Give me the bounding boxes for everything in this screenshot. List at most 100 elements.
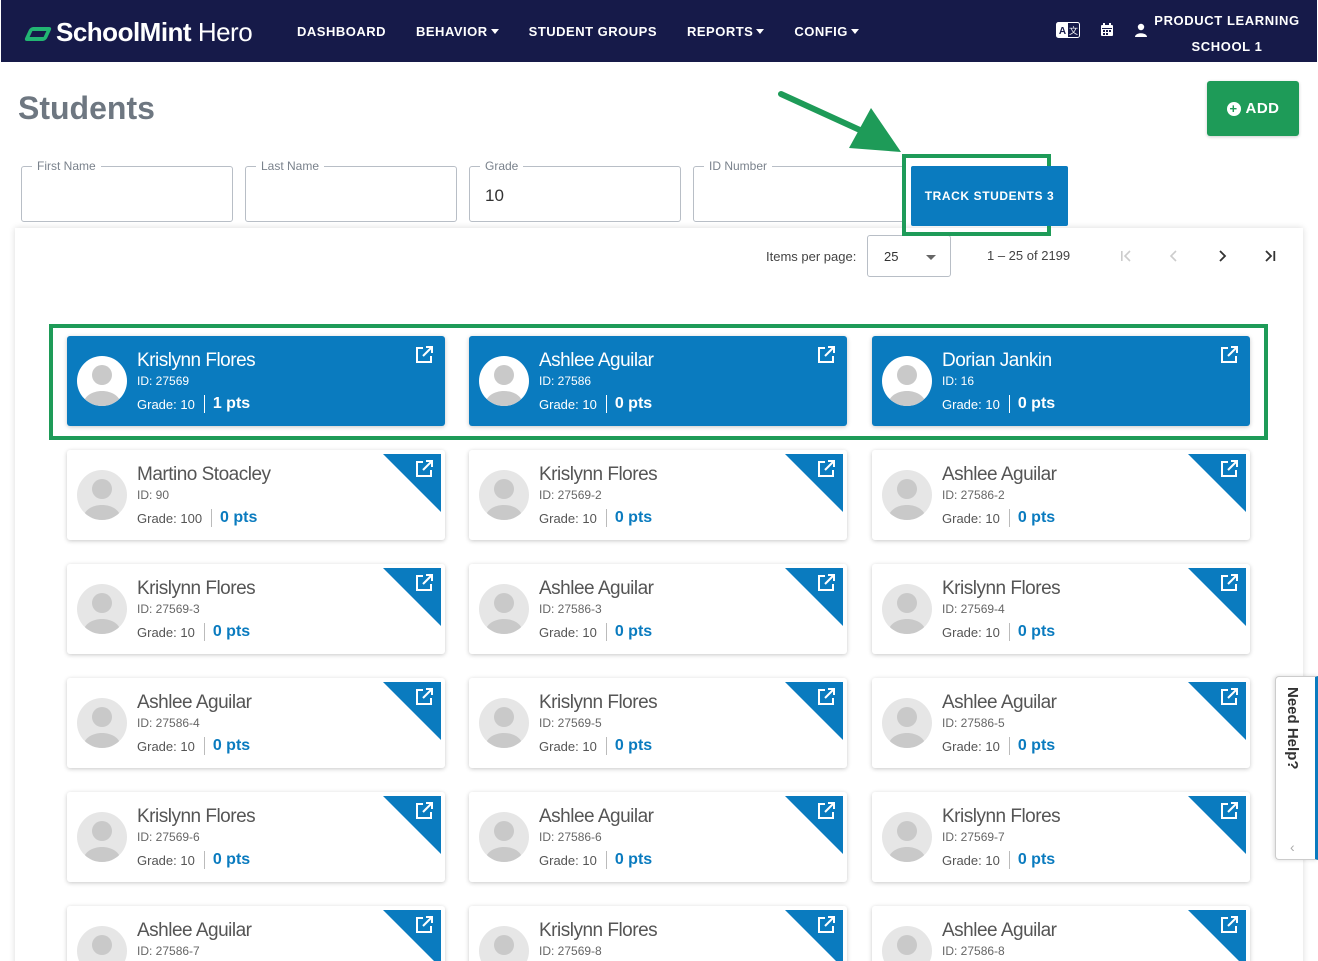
nav-behavior[interactable]: BEHAVIOR	[416, 24, 499, 39]
last-page-button[interactable]	[1258, 244, 1282, 268]
avatar	[882, 698, 932, 748]
student-card[interactable]: Krislynn Flores ID: 27569-2 Grade: 10 0 pts	[469, 450, 847, 540]
divider	[203, 623, 205, 641]
open-external-icon[interactable]	[817, 916, 835, 934]
first-page-button[interactable]	[1114, 244, 1138, 268]
calendar-icon[interactable]	[1100, 23, 1114, 37]
open-external-icon[interactable]	[817, 460, 835, 478]
open-external-icon[interactable]	[1220, 916, 1238, 934]
main-nav: DASHBOARD BEHAVIOR STUDENT GROUPS REPORT…	[297, 0, 889, 62]
id-number-label: ID Number	[704, 159, 773, 173]
student-card[interactable]: Krislynn Flores ID: 27569-4 Grade: 10 0 pts	[872, 564, 1250, 654]
student-card[interactable]: Krislynn Flores ID: 27569-8	[469, 906, 847, 961]
student-id: ID: 27586-2	[942, 488, 1005, 502]
student-card[interactable]: Ashlee Aguilar ID: 27586-7	[67, 906, 445, 961]
divider	[1008, 737, 1010, 755]
student-id: ID: 90	[137, 488, 170, 502]
open-external-icon[interactable]	[817, 802, 835, 820]
student-card[interactable]: Ashlee Aguilar ID: 27586-8	[872, 906, 1250, 961]
items-per-page-select[interactable]: 25	[867, 235, 951, 277]
open-external-icon[interactable]	[415, 688, 433, 706]
student-name: Krislynn Flores	[539, 920, 658, 941]
student-id: ID: 27569-7	[942, 830, 1005, 844]
student-card[interactable]: Ashlee Aguilar ID: 27586-3 Grade: 10 0 pts	[469, 564, 847, 654]
student-name: Krislynn Flores	[942, 578, 1061, 599]
first-name-field[interactable]: First Name	[21, 159, 233, 222]
avatar	[882, 926, 932, 961]
previous-page-button[interactable]	[1162, 244, 1186, 268]
student-card[interactable]: Ashlee Aguilar ID: 27586-6 Grade: 10 0 pts	[469, 792, 847, 882]
chevron-left-icon: ‹	[1290, 839, 1295, 855]
avatar	[882, 470, 932, 520]
student-card[interactable]: Ashlee Aguilar ID: 27586-2 Grade: 10 0 pts	[872, 450, 1250, 540]
student-points: 0 pts	[220, 509, 258, 526]
first-name-input[interactable]	[37, 186, 217, 206]
student-id: ID: 27586-5	[942, 716, 1005, 730]
open-external-icon[interactable]	[1220, 688, 1238, 706]
divider	[605, 851, 607, 869]
track-students-button[interactable]: TRACK STUDENTS 3	[911, 166, 1068, 226]
add-student-button[interactable]: + ADD	[1207, 81, 1299, 136]
last-name-field[interactable]: Last Name	[245, 159, 457, 222]
student-grade: Grade: 10	[137, 852, 195, 868]
student-points: 0 pts	[1017, 509, 1056, 526]
grade-input[interactable]	[485, 186, 665, 206]
student-card[interactable]: Martino Stoacley ID: 90 Grade: 100 0 pts	[67, 450, 445, 540]
logo-text-light: Hero	[191, 16, 253, 47]
last-name-label: Last Name	[256, 159, 325, 173]
page-range: 1 – 25 of 2199	[987, 248, 1071, 263]
student-id: ID: 27569-4	[942, 602, 1005, 616]
student-name: Ashlee Aguilar	[942, 464, 1057, 485]
student-card[interactable]: Krislynn Flores ID: 27569-7 Grade: 10 0 pts	[872, 792, 1250, 882]
open-external-icon[interactable]	[415, 802, 433, 820]
plus-circle-icon: +	[1226, 101, 1241, 116]
avatar	[77, 584, 127, 634]
student-card[interactable]: Krislynn Flores ID: 27569-3 Grade: 10 0 pts	[67, 564, 445, 654]
student-points: 0 pts	[1017, 851, 1056, 868]
grade-field[interactable]: Grade	[469, 159, 681, 222]
nav-dashboard[interactable]: DASHBOARD	[297, 24, 386, 39]
open-external-icon[interactable]	[817, 688, 835, 706]
student-grade-row: Grade: 10 0 pts	[137, 737, 250, 755]
student-card[interactable]: Krislynn Flores ID: 27569-6 Grade: 10 0 pts	[67, 792, 445, 882]
nav-config[interactable]: CONFIG	[794, 24, 859, 39]
school-line-2: SCHOOL 1	[1191, 39, 1263, 54]
schoolmint-hero-logo[interactable]: SchoolMint Hero	[23, 16, 253, 48]
avatar	[479, 584, 529, 634]
student-points: 0 pts	[212, 623, 251, 640]
student-card[interactable]: Krislynn Flores ID: 27569-5 Grade: 10 0 pts	[469, 678, 847, 768]
next-page-button[interactable]	[1210, 244, 1234, 268]
translate-icon[interactable]: A文	[1056, 22, 1080, 38]
need-help-tab[interactable]: Need Help? ‹	[1275, 676, 1318, 860]
open-external-icon[interactable]	[1220, 574, 1238, 592]
student-grade: Grade: 10	[539, 738, 597, 754]
student-points: 0 pts	[212, 851, 251, 868]
student-points: 0 pts	[1017, 737, 1056, 754]
student-grade-row: Grade: 100 0 pts	[137, 509, 257, 527]
school-selector[interactable]: PRODUCT LEARNING SCHOOL 1	[1141, 8, 1313, 60]
student-card[interactable]: Ashlee Aguilar ID: 27586-5 Grade: 10 0 pts	[872, 678, 1250, 768]
caret-down-icon	[850, 28, 859, 34]
nav-reports[interactable]: REPORTS	[687, 24, 765, 39]
student-card[interactable]: Ashlee Aguilar ID: 27586-4 Grade: 10 0 pts	[67, 678, 445, 768]
id-number-field[interactable]: ID Number	[693, 159, 905, 222]
open-external-icon[interactable]	[1220, 460, 1238, 478]
open-external-icon[interactable]	[415, 460, 433, 478]
student-id: ID: 27569-2	[539, 488, 602, 502]
student-id: ID: 27569-5	[539, 716, 602, 730]
open-external-icon[interactable]	[817, 574, 835, 592]
student-grade: Grade: 10	[942, 852, 1000, 868]
student-name: Krislynn Flores	[942, 806, 1061, 827]
items-per-page-label: Items per page:	[766, 249, 857, 264]
student-name: Krislynn Flores	[137, 806, 256, 827]
divider	[605, 509, 607, 527]
open-external-icon[interactable]	[1220, 802, 1238, 820]
open-external-icon[interactable]	[415, 916, 433, 934]
selection-highlight	[49, 324, 1268, 440]
student-name: Ashlee Aguilar	[942, 920, 1057, 941]
open-external-icon[interactable]	[415, 574, 433, 592]
avatar	[479, 926, 529, 961]
nav-student-groups[interactable]: STUDENT GROUPS	[529, 24, 657, 39]
last-name-input[interactable]	[261, 186, 441, 206]
id-number-input[interactable]	[709, 186, 889, 206]
